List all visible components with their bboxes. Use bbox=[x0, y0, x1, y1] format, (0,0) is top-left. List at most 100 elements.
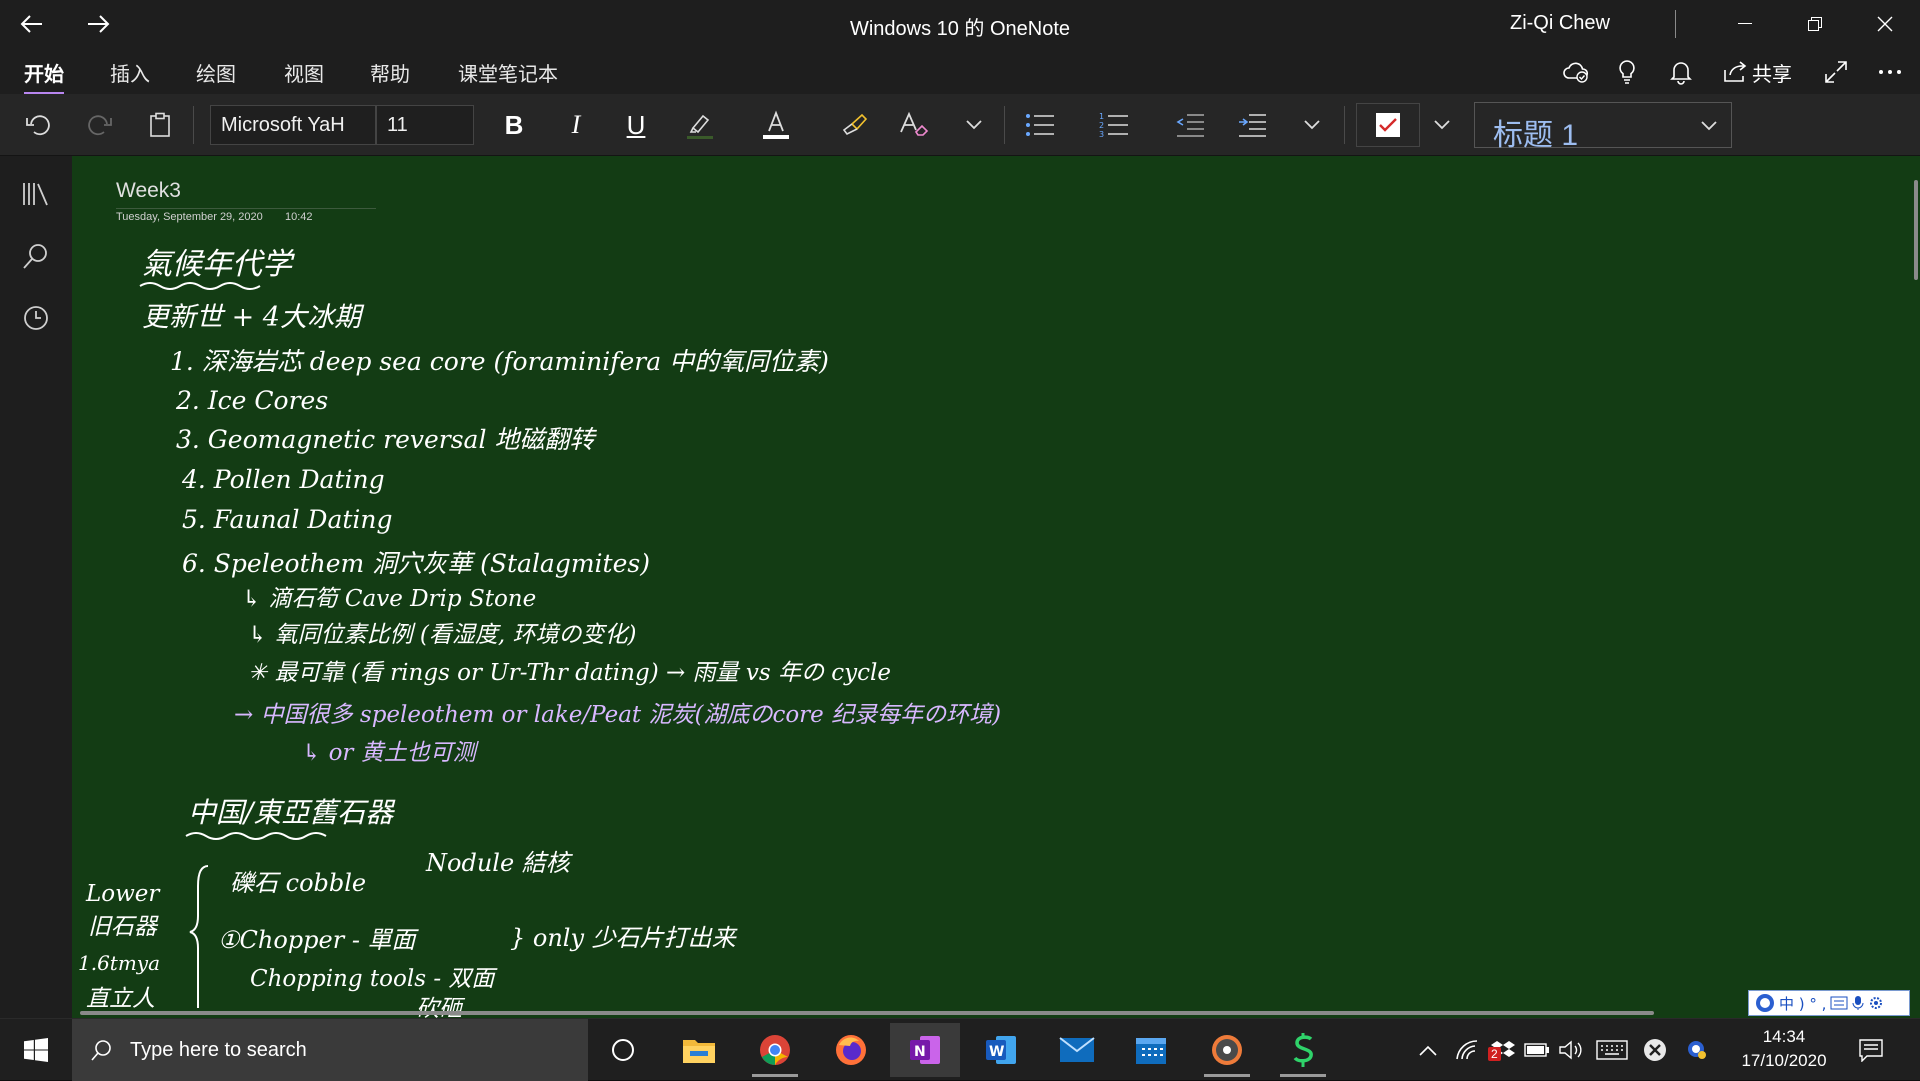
underline-button[interactable]: U bbox=[616, 105, 656, 145]
chrome-icon[interactable] bbox=[740, 1023, 810, 1077]
highlighter-icon[interactable] bbox=[678, 105, 722, 145]
sync-status-icon[interactable] bbox=[1562, 57, 1590, 87]
firefox-icon[interactable] bbox=[816, 1023, 886, 1077]
chevron-down-icon[interactable] bbox=[1294, 105, 1330, 145]
onenote-icon[interactable]: N bbox=[890, 1023, 960, 1077]
search-icon[interactable] bbox=[16, 236, 56, 276]
clear-formatting-icon[interactable] bbox=[892, 105, 936, 145]
ink-left-paleolithic: 旧石器 bbox=[88, 914, 159, 940]
ime-toolbar[interactable]: 中 ) ° , bbox=[1748, 990, 1910, 1016]
ink-line-pleistocene: 更新世 + 4大冰期 bbox=[142, 302, 365, 333]
action-center-icon[interactable] bbox=[1854, 1035, 1888, 1065]
ink-curly-brace bbox=[189, 865, 209, 1008]
home-toolbar: Microsoft YaH 11 B I U 123 标题 1 bbox=[0, 94, 1920, 156]
task-view-icon[interactable] bbox=[588, 1023, 658, 1077]
svg-text:W: W bbox=[989, 1044, 1004, 1060]
microphone-icon bbox=[1852, 996, 1864, 1010]
recent-notes-clock-icon[interactable] bbox=[16, 298, 56, 338]
chevron-down-icon[interactable] bbox=[956, 105, 992, 145]
checkbox-tag-icon bbox=[1376, 113, 1400, 137]
ime-language-icon[interactable] bbox=[1682, 1035, 1712, 1065]
increase-indent-icon[interactable] bbox=[1230, 105, 1274, 145]
search-placeholder: Type here to search bbox=[130, 1038, 307, 1061]
taskbar-search-box[interactable]: Type here to search bbox=[72, 1019, 588, 1081]
keyboard-icon bbox=[1830, 996, 1848, 1010]
format-painter-icon[interactable] bbox=[834, 105, 874, 145]
lightbulb-icon[interactable] bbox=[1616, 57, 1638, 87]
font-name-field[interactable]: Microsoft YaH bbox=[210, 105, 376, 145]
ink-heading-paleolithic: 中国/東亞舊石器 bbox=[188, 796, 396, 829]
user-name[interactable]: Zi-Qi Chew bbox=[1510, 12, 1610, 35]
system-clock[interactable]: 14:34 17/10/2020 bbox=[1724, 1025, 1844, 1073]
toolbar-separator bbox=[1004, 106, 1005, 144]
bell-icon[interactable] bbox=[1670, 57, 1692, 87]
close-icon[interactable] bbox=[1850, 0, 1920, 48]
font-color-icon[interactable] bbox=[754, 105, 798, 145]
ink-chopper: ①Chopper - 單面 bbox=[218, 926, 420, 954]
ink-list-item-4: 4. Pollen Dating bbox=[181, 465, 385, 494]
svg-text:1: 1 bbox=[1099, 112, 1104, 121]
font-size-field[interactable]: 11 bbox=[376, 105, 474, 145]
chevron-down-icon bbox=[1701, 121, 1717, 131]
tab-insert[interactable]: 插入 bbox=[110, 58, 150, 87]
calendar-icon[interactable] bbox=[1116, 1023, 1186, 1077]
back-arrow-icon[interactable] bbox=[8, 6, 56, 42]
minimize-icon[interactable] bbox=[1710, 0, 1780, 48]
ink-heading-paleoclimate: 氣候年代学 bbox=[142, 247, 295, 282]
file-explorer-icon[interactable] bbox=[664, 1023, 734, 1077]
tab-view[interactable]: 视图 bbox=[284, 58, 324, 87]
chevron-up-icon[interactable] bbox=[1412, 1035, 1444, 1065]
todo-tag-button[interactable] bbox=[1356, 103, 1420, 147]
start-button[interactable] bbox=[0, 1019, 72, 1081]
undo-icon[interactable] bbox=[18, 105, 58, 145]
forward-arrow-icon[interactable] bbox=[74, 6, 122, 42]
tag-dropdown-chevron-icon[interactable] bbox=[1424, 105, 1460, 145]
gear-icon bbox=[1870, 997, 1883, 1009]
ink-purple-loess: ↳ or 黄土也可测 bbox=[302, 740, 480, 766]
clock-time: 14:34 bbox=[1762, 1027, 1806, 1046]
disconnected-x-icon[interactable] bbox=[1640, 1035, 1670, 1065]
wifi-icon[interactable] bbox=[1452, 1035, 1482, 1065]
ime-logo-icon bbox=[1756, 994, 1774, 1012]
redo-icon[interactable] bbox=[80, 105, 120, 145]
mail-icon[interactable] bbox=[1042, 1023, 1112, 1077]
ink-sub-most-reliable: ✳ 最可靠 (看 rings or Ur-Thr dating) → 雨量 vs… bbox=[248, 660, 891, 686]
touch-keyboard-icon[interactable] bbox=[1594, 1035, 1630, 1065]
numbered-list-icon[interactable]: 123 bbox=[1092, 105, 1136, 145]
bold-button[interactable]: B bbox=[494, 105, 534, 145]
green-s-app-icon[interactable] bbox=[1268, 1023, 1338, 1077]
more-options-icon[interactable] bbox=[1878, 57, 1902, 87]
vertical-scrollbar[interactable] bbox=[1914, 180, 1918, 280]
page-canvas[interactable]: Week3 Tuesday, September 29, 2020 10:42 … bbox=[72, 156, 1920, 1018]
ink-left-homo-erectus: 直立人 bbox=[86, 986, 155, 1012]
clipboard-icon[interactable] bbox=[140, 105, 180, 145]
heading2-wavy-underline bbox=[185, 832, 327, 840]
ink-cobble: 礫石 cobble bbox=[230, 869, 366, 897]
tab-help[interactable]: 帮助 bbox=[370, 58, 410, 87]
tab-draw[interactable]: 绘图 bbox=[196, 58, 236, 87]
notification-badge: 2 bbox=[1488, 1047, 1501, 1061]
ink-list-item-3: 3. Geomagnetic reversal 地磁翻转 bbox=[176, 425, 597, 454]
fullscreen-icon[interactable] bbox=[1824, 57, 1848, 87]
share-button[interactable]: 共享 bbox=[1722, 57, 1792, 87]
tab-home[interactable]: 开始 bbox=[24, 58, 64, 95]
italic-button[interactable]: I bbox=[556, 105, 596, 145]
left-navigation-rail bbox=[0, 156, 72, 1018]
dropbox-icon[interactable]: 2 bbox=[1488, 1035, 1518, 1065]
notebooks-icon[interactable] bbox=[16, 174, 56, 214]
bullet-list-icon[interactable] bbox=[1018, 105, 1062, 145]
share-icon bbox=[1724, 61, 1747, 82]
battery-icon[interactable] bbox=[1522, 1035, 1552, 1065]
horizontal-scrollbar[interactable] bbox=[80, 1011, 1654, 1015]
ink-list-item-2: 2. Ice Cores bbox=[175, 386, 328, 415]
media-player-icon[interactable] bbox=[1192, 1023, 1262, 1077]
tab-class-notebook[interactable]: 课堂笔记本 bbox=[458, 58, 558, 87]
decrease-indent-icon[interactable] bbox=[1168, 105, 1212, 145]
restore-icon[interactable] bbox=[1780, 0, 1850, 48]
ink-chopping-tools: Chopping tools - 双面 bbox=[250, 966, 498, 992]
ink-list-item-5: 5. Faunal Dating bbox=[182, 505, 393, 534]
word-icon[interactable]: W bbox=[966, 1023, 1036, 1077]
style-dropdown[interactable]: 标题 1 bbox=[1474, 102, 1732, 152]
ink-only-few-flakes: } only 少石片打出来 bbox=[510, 924, 738, 952]
volume-icon[interactable] bbox=[1556, 1035, 1586, 1065]
